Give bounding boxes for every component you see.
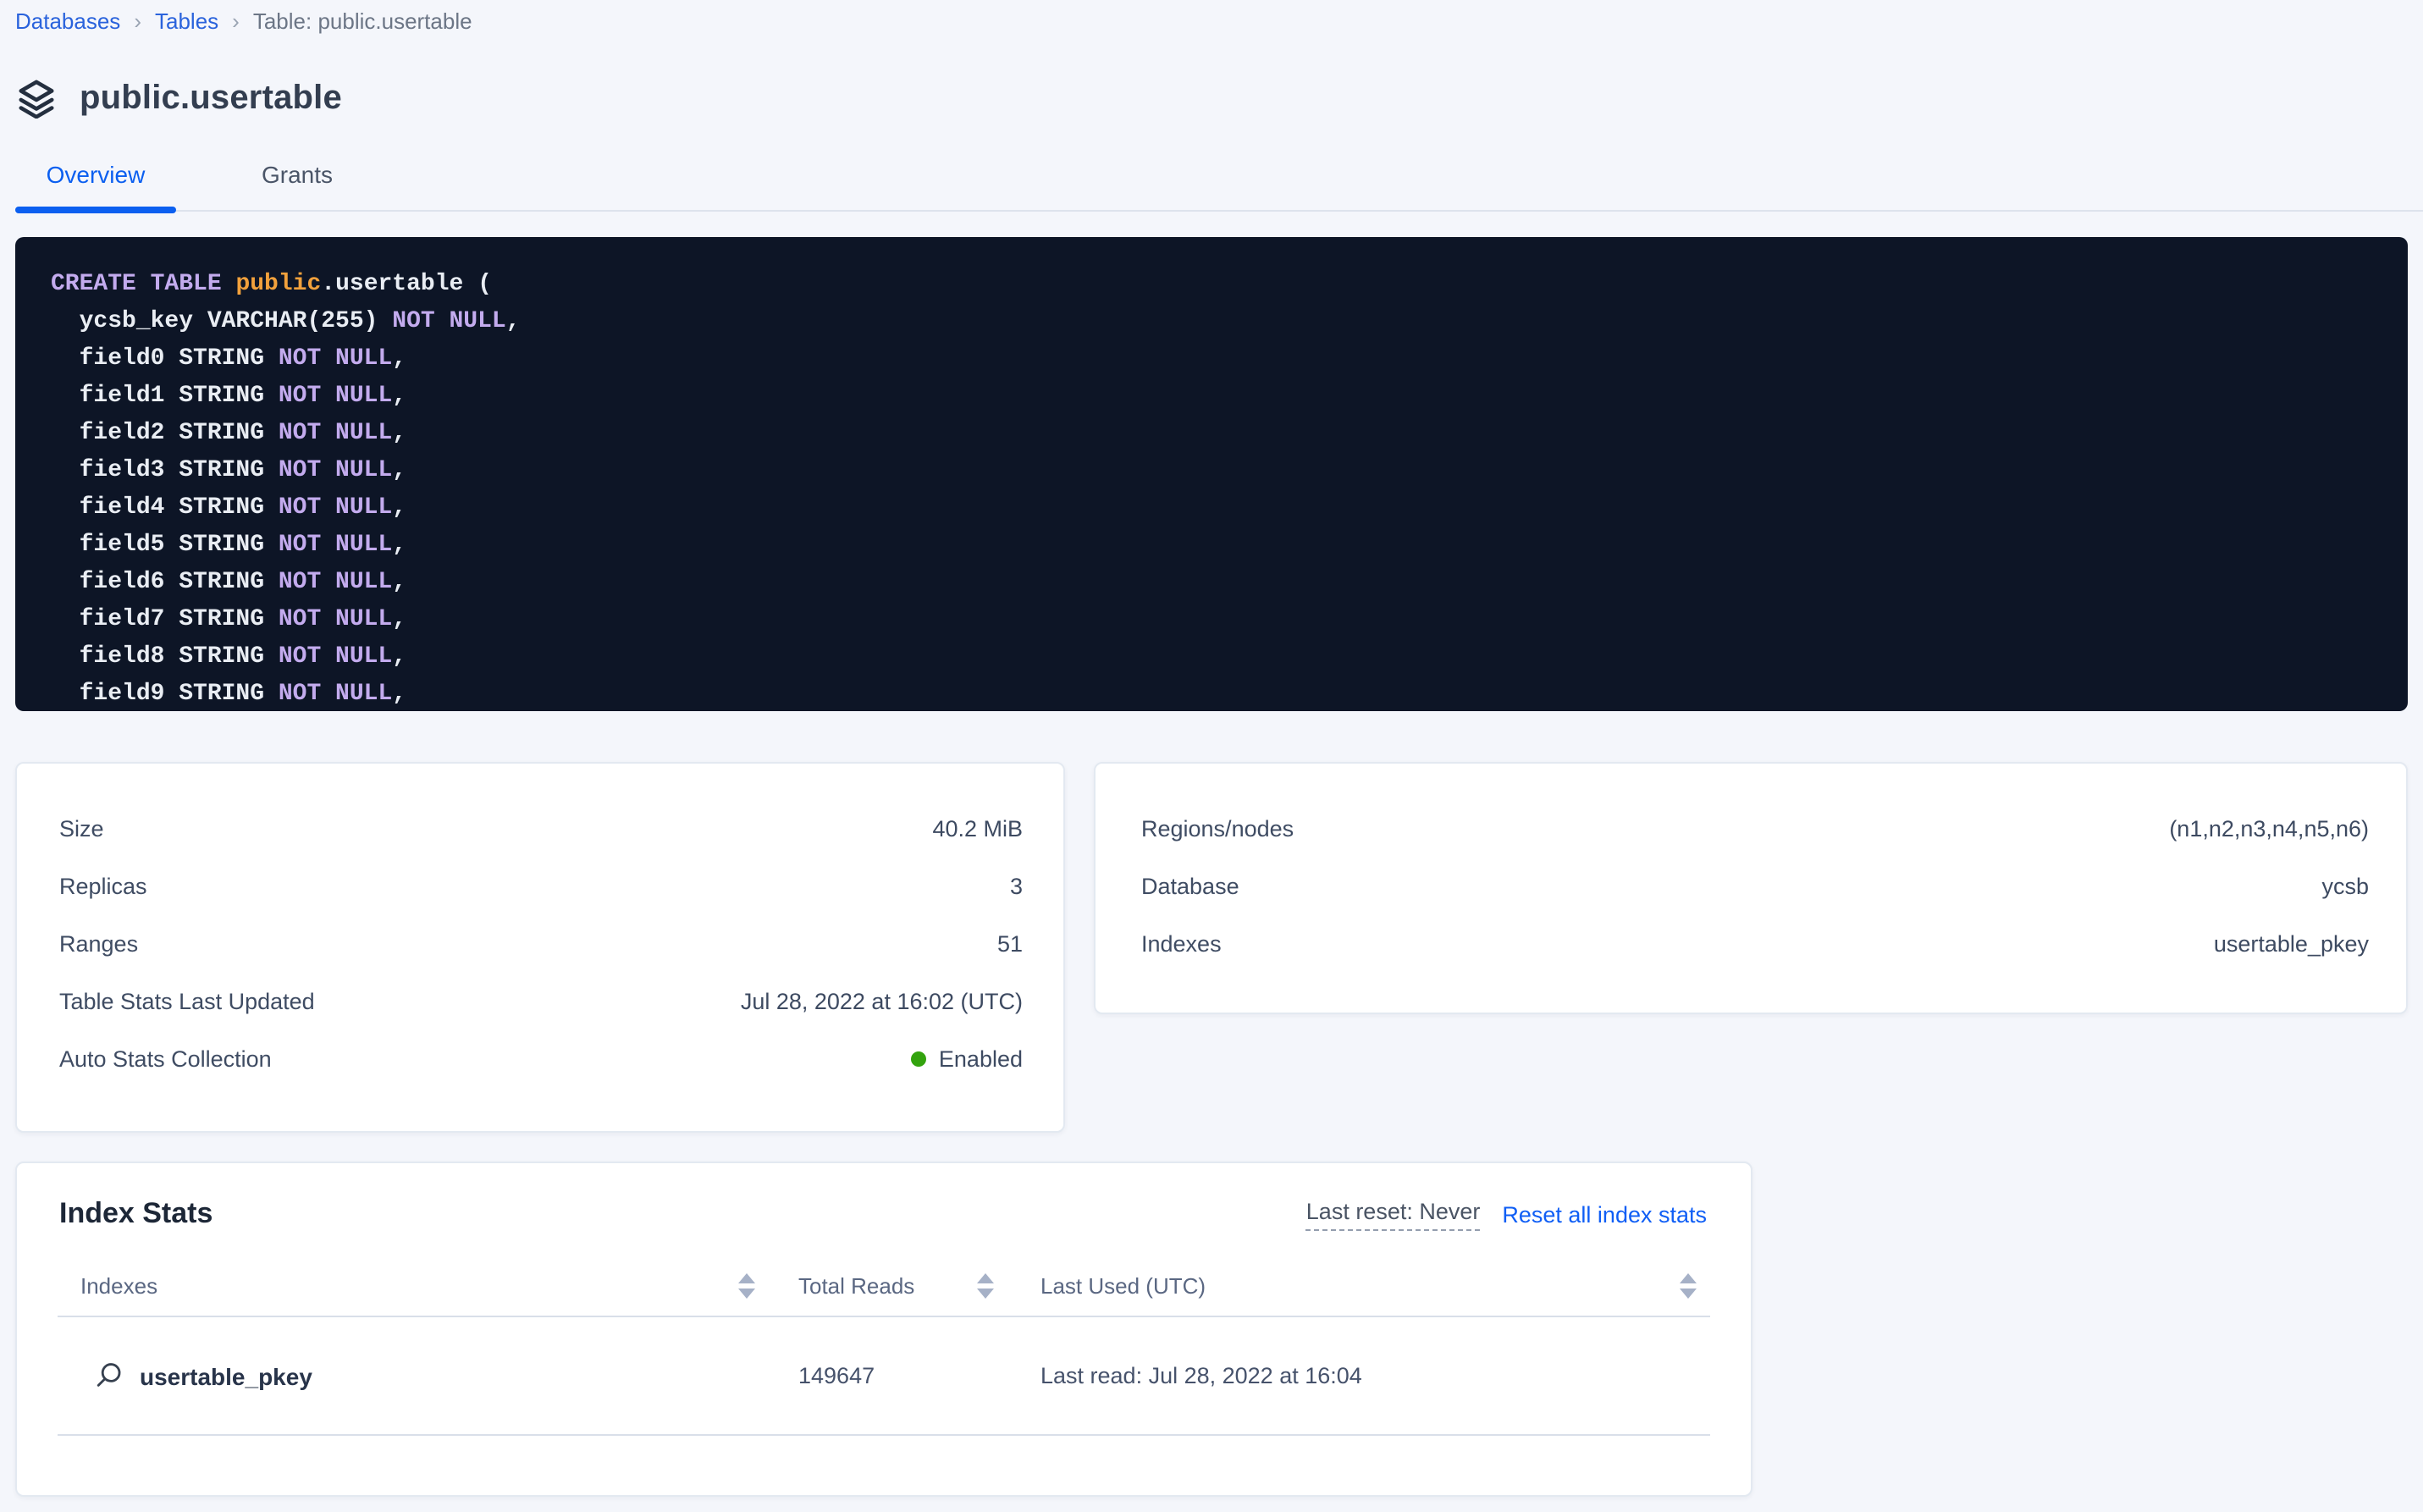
summary-row-ranges: Ranges 51	[59, 914, 1023, 972]
summary-value: 51	[997, 930, 1023, 956]
tab-bar: Overview Grants	[15, 156, 2408, 212]
summary-value: Enabled	[912, 1046, 1023, 1071]
search-icon	[94, 1361, 123, 1390]
active-tab-indicator	[15, 207, 176, 213]
tab-overview[interactable]: Overview	[15, 156, 176, 188]
table-overview-card: Size 40.2 MiB Replicas 3 Ranges 51 Table…	[15, 762, 1065, 1133]
summary-value: usertable_pkey	[2214, 930, 2369, 956]
total-reads-value: 149647	[798, 1363, 875, 1388]
sql-line: CREATE TABLE public.usertable (	[51, 266, 2374, 303]
summary-label: Indexes	[1141, 930, 1222, 956]
sql-line: field3 STRING NOT NULL,	[51, 452, 2374, 489]
summary-label: Regions/nodes	[1141, 815, 1294, 841]
index-stats-card: Index Stats Last reset: Never Reset all …	[15, 1162, 1752, 1497]
last-reset-label[interactable]: Last reset: Never	[1306, 1198, 1481, 1230]
sql-line: field7 STRING NOT NULL,	[51, 601, 2374, 638]
sql-line: field0 STRING NOT NULL,	[51, 340, 2374, 378]
index-name-link[interactable]: usertable_pkey	[140, 1362, 312, 1389]
tab-grants[interactable]: Grants	[217, 156, 378, 188]
summary-value: Jul 28, 2022 at 16:02 (UTC)	[741, 988, 1023, 1013]
sql-line: field9 STRING NOT NULL,	[51, 676, 2374, 711]
sql-line: field1 STRING NOT NULL,	[51, 378, 2374, 415]
page-header: public.usertable	[15, 73, 2408, 124]
summary-value: (n1,n2,n3,n4,n5,n6)	[2169, 815, 2369, 841]
index-table-header: Indexes Total Reads Last Used (UTC)	[58, 1255, 1710, 1317]
sql-line: field5 STRING NOT NULL,	[51, 527, 2374, 564]
summary-label: Size	[59, 815, 104, 841]
page-title: public.usertable	[80, 79, 342, 118]
create-statement-box: CREATE TABLE public.usertable ( ycsb_key…	[15, 237, 2408, 711]
tab-bar-divider	[15, 210, 2423, 212]
chevron-right-icon: ›	[232, 7, 240, 37]
column-header-last-used[interactable]: Last Used (UTC)	[1040, 1272, 1206, 1298]
summary-value: 3	[1010, 873, 1023, 898]
breadcrumb: Databases › Tables › Table: public.usert…	[15, 0, 2408, 37]
index-table-row: usertable_pkey 149647 Last read: Jul 28,…	[58, 1317, 1710, 1436]
table-stack-icon	[17, 79, 56, 118]
index-stats-header: Index Stats Last reset: Never Reset all …	[17, 1163, 1751, 1231]
summary-row-size: Size 40.2 MiB	[59, 799, 1023, 857]
summary-label: Table Stats Last Updated	[59, 988, 315, 1013]
page: Databases › Tables › Table: public.usert…	[0, 0, 2423, 1512]
sql-line: ycsb_key VARCHAR(255) NOT NULL,	[51, 303, 2374, 340]
sql-line: field8 STRING NOT NULL,	[51, 638, 2374, 676]
column-header-total-reads[interactable]: Total Reads	[798, 1272, 914, 1298]
sql-code: CREATE TABLE public.usertable ( ycsb_key…	[51, 266, 2374, 711]
summary-row-auto-stats: Auto Stats Collection Enabled	[59, 1029, 1023, 1087]
sql-line: field2 STRING NOT NULL,	[51, 415, 2374, 452]
summary-label: Replicas	[59, 873, 147, 898]
summary-label: Database	[1141, 873, 1239, 898]
sort-icon[interactable]	[737, 1272, 754, 1298]
sql-line: field6 STRING NOT NULL,	[51, 564, 2374, 601]
breadcrumb-current: Table: public.usertable	[253, 7, 472, 37]
summary-row-database: Database ycsb	[1141, 857, 2369, 914]
sort-icon[interactable]	[976, 1272, 993, 1298]
status-text: Enabled	[939, 1046, 1023, 1071]
reset-all-index-stats-link[interactable]: Reset all index stats	[1502, 1201, 1707, 1227]
index-stats-title: Index Stats	[59, 1197, 212, 1231]
summary-label: Auto Stats Collection	[59, 1046, 272, 1071]
status-dot-green	[912, 1051, 927, 1066]
summary-value: 40.2 MiB	[932, 815, 1023, 841]
summary-label: Ranges	[59, 930, 138, 956]
summary-row-indexes: Indexes usertable_pkey	[1141, 914, 2369, 972]
summary-cards: Size 40.2 MiB Replicas 3 Ranges 51 Table…	[15, 762, 2408, 1133]
summary-value: ycsb	[2321, 873, 2369, 898]
chevron-right-icon: ›	[134, 7, 141, 37]
summary-row-replicas: Replicas 3	[59, 857, 1023, 914]
column-header-indexes[interactable]: Indexes	[80, 1272, 157, 1298]
table-details-card: Regions/nodes (n1,n2,n3,n4,n5,n6) Databa…	[1094, 762, 2408, 1014]
sort-icon[interactable]	[1680, 1272, 1697, 1298]
sql-line: field4 STRING NOT NULL,	[51, 489, 2374, 527]
summary-row-regions: Regions/nodes (n1,n2,n3,n4,n5,n6)	[1141, 799, 2369, 857]
last-used-value: Last read: Jul 28, 2022 at 16:04	[1040, 1363, 1362, 1388]
summary-row-stats-updated: Table Stats Last Updated Jul 28, 2022 at…	[59, 972, 1023, 1029]
breadcrumb-link-tables[interactable]: Tables	[155, 7, 218, 37]
breadcrumb-link-databases[interactable]: Databases	[15, 7, 120, 37]
